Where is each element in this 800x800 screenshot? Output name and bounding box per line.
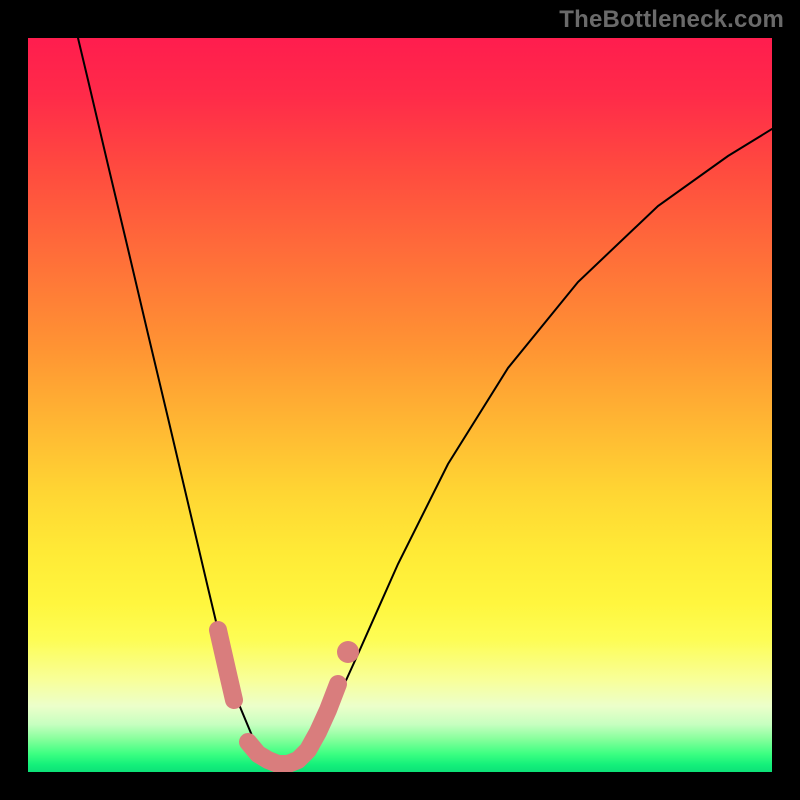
marker-strip-bottom: [248, 684, 338, 764]
watermark-text: TheBottleneck.com: [559, 6, 784, 34]
plot-area: [28, 38, 772, 772]
marker-strip-left: [218, 630, 234, 700]
chart-frame: TheBottleneck.com: [0, 0, 800, 800]
curve-path: [78, 38, 772, 766]
marker-dot-isolated: [337, 641, 359, 663]
bottleneck-curve: [28, 38, 772, 772]
